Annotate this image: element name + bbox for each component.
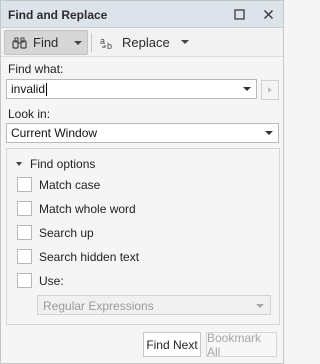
replace-ab-icon: a b: [100, 36, 112, 51]
svg-text:a: a: [100, 36, 105, 46]
use-select-value: Regular Expressions: [43, 299, 154, 313]
use-select-chevron-icon: [256, 304, 264, 308]
find-options-header: Find options: [30, 157, 96, 171]
toolbar: Find a b Replace: [1, 28, 283, 57]
bookmark-all-button: Bookmark All: [206, 331, 277, 359]
find-what-dropdown-chevron-icon[interactable]: [243, 87, 251, 91]
match-case-checkbox[interactable]: [17, 177, 32, 192]
find-replace-panel: Find and Replace Find a b Replace Find w…: [0, 0, 284, 364]
search-up-checkbox[interactable]: [17, 225, 32, 240]
look-in-chevron-icon[interactable]: [265, 131, 273, 135]
match-whole-word-option[interactable]: Match whole word: [17, 201, 136, 216]
svg-text:b: b: [107, 41, 112, 51]
close-icon[interactable]: [262, 8, 275, 21]
use-label: Use:: [39, 273, 64, 288]
match-whole-word-label: Match whole word: [39, 201, 136, 216]
use-checkbox[interactable]: [17, 273, 32, 288]
binoculars-icon: [12, 37, 27, 49]
replace-mode-label: Replace: [122, 35, 170, 50]
find-next-button[interactable]: Find Next: [143, 332, 201, 357]
search-hidden-text-label: Search hidden text: [39, 249, 140, 264]
look-in-value: Current Window: [11, 126, 98, 140]
search-hidden-text-checkbox[interactable]: [17, 249, 32, 264]
find-what-input[interactable]: invalid: [6, 79, 257, 99]
toolbar-separator: [91, 33, 92, 52]
match-case-option[interactable]: Match case: [17, 177, 100, 192]
match-case-label: Match case: [39, 177, 101, 192]
search-up-option[interactable]: Search up: [17, 225, 94, 240]
arrow-right-icon: [268, 87, 272, 93]
text-cursor: [46, 83, 48, 97]
find-options-toggle[interactable]: Find options: [16, 157, 95, 171]
replace-mode-button[interactable]: a b Replace: [95, 30, 195, 55]
find-options-arrow-button[interactable]: [261, 80, 279, 100]
look-in-label: Look in:: [8, 107, 51, 121]
find-dropdown-chevron-icon[interactable]: [74, 41, 82, 45]
search-up-label: Search up: [39, 225, 94, 240]
look-in-select[interactable]: Current Window: [6, 123, 279, 143]
collapse-triangle-icon: [16, 162, 22, 166]
find-options-group: Find options Match case Match whole word…: [6, 148, 280, 325]
find-mode-button[interactable]: Find: [4, 30, 88, 55]
use-select: Regular Expressions: [37, 295, 271, 315]
window-title: Find and Replace: [8, 8, 108, 22]
match-whole-word-checkbox[interactable]: [17, 201, 32, 216]
find-what-value: invalid: [11, 81, 46, 96]
find-mode-label: Find: [33, 35, 59, 50]
replace-dropdown-chevron-icon[interactable]: [181, 40, 189, 44]
use-option[interactable]: Use:: [17, 273, 64, 288]
title-bar: Find and Replace: [1, 1, 283, 28]
find-what-label: Find what:: [8, 62, 64, 76]
restore-icon[interactable]: [233, 8, 246, 21]
search-hidden-text-option[interactable]: Search hidden text: [17, 249, 139, 264]
